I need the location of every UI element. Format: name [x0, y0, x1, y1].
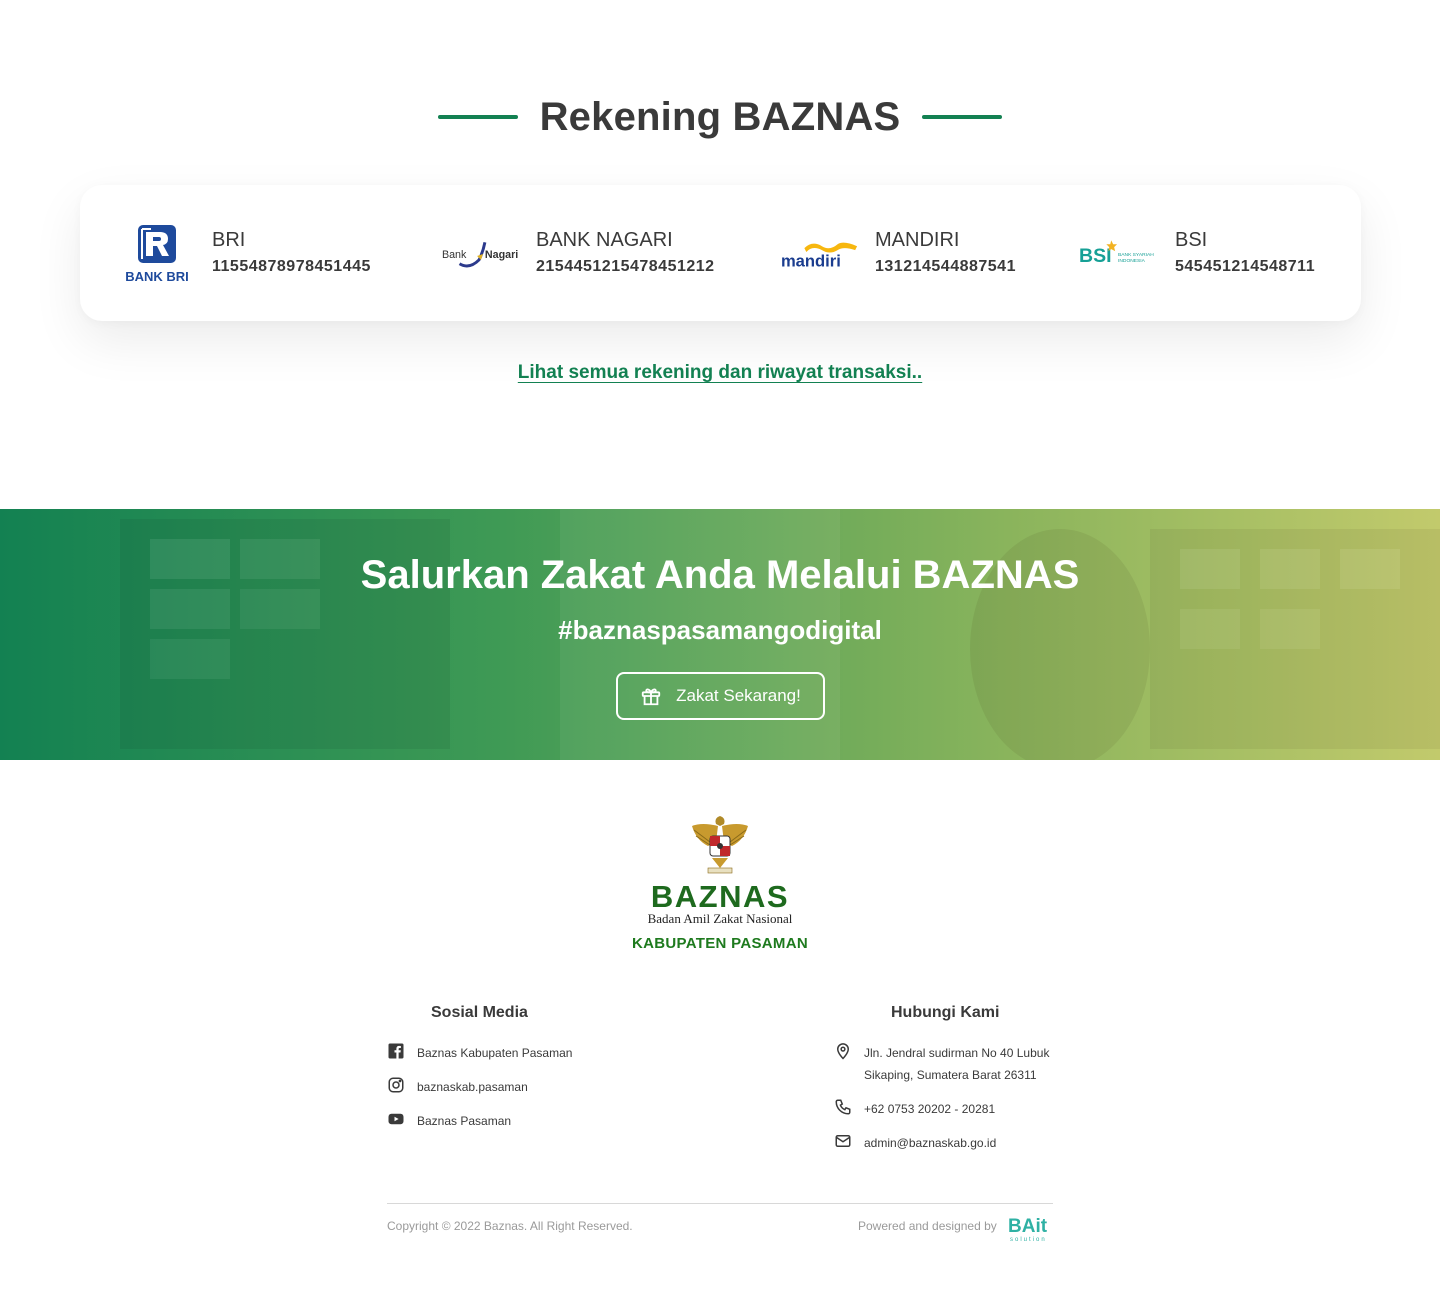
- social-media-title: Sosial Media: [431, 1004, 528, 1021]
- location-pin-icon: [836, 1043, 850, 1060]
- gift-icon: [641, 688, 661, 706]
- svg-text:BANK SYARIAH: BANK SYARIAH: [1118, 252, 1154, 258]
- account-number[interactable]: 11554878978451445: [212, 253, 371, 281]
- social-instagram[interactable]: baznaskab.pasaman: [387, 1076, 528, 1098]
- zakat-banner: Salurkan Zakat Anda Melalui BAZNAS #bazn…: [0, 509, 1440, 760]
- bank-item-bsi: BSI BANK SYARIAH INDONESIA BSI 545451214…: [1079, 223, 1315, 285]
- svg-text:INDONESIA: INDONESIA: [1118, 258, 1146, 264]
- contact-address: Jln. Jendral sudirman No 40 Lubuk Sikapi…: [834, 1042, 1049, 1086]
- address-line-1: Jln. Jendral sudirman No 40 Lubuk: [864, 1046, 1050, 1060]
- svg-text:mandiri: mandiri: [781, 252, 841, 271]
- instagram-icon: [388, 1077, 404, 1093]
- social-youtube[interactable]: Baznas Pasaman: [387, 1110, 511, 1132]
- title-line-left: [437, 115, 518, 119]
- zakat-now-label: Zakat Sekarang!: [676, 686, 801, 705]
- contact-email[interactable]: admin@baznaskab.go.id: [834, 1132, 996, 1154]
- svg-text:BAit: BAit: [1008, 1216, 1048, 1237]
- baznas-logo: BAZNAS Badan Amil Zakat Nasional KABUPAT…: [600, 812, 840, 952]
- mail-icon: [835, 1135, 851, 1147]
- social-label: Baznas Pasaman: [417, 1114, 512, 1128]
- account-number[interactable]: 545451214548711: [1175, 253, 1315, 281]
- garuda-emblem-icon: [692, 816, 748, 874]
- bait-solution-logo[interactable]: BAit solution: [1008, 1213, 1054, 1243]
- svg-text:BANK BRI: BANK BRI: [125, 269, 189, 284]
- copyright-text: Copyright © 2022 Baznas. All Right Reser…: [387, 1219, 633, 1233]
- contact-phone[interactable]: +62 0753 20202 - 20281: [834, 1098, 995, 1120]
- youtube-icon: [388, 1113, 404, 1125]
- bank-nagari-logo: Bank Nagari: [440, 223, 522, 285]
- svg-text:BSI: BSI: [1079, 245, 1112, 267]
- account-number[interactable]: 2154451215478451212: [536, 253, 715, 281]
- zakat-now-button[interactable]: Zakat Sekarang!: [616, 672, 825, 720]
- bank-item-bri: BANK BRI BRI 11554878978451445: [116, 223, 371, 285]
- see-all-accounts: Lihat semua rekening dan riwayat transak…: [0, 362, 1440, 384]
- bank-name: MANDIRI: [875, 229, 960, 251]
- phone-number: +62 0753 20202 - 20281: [864, 1102, 996, 1116]
- baznas-region: KABUPATEN PASAMAN: [632, 935, 808, 952]
- svg-text:Bank: Bank: [442, 249, 467, 261]
- phone-icon: [835, 1099, 851, 1115]
- bank-name: BRI: [212, 229, 246, 251]
- account-number[interactable]: 131214544887541: [875, 253, 1016, 281]
- banner-hashtag: #baznaspasamangodigital: [558, 615, 882, 645]
- email-address: admin@baznaskab.go.id: [864, 1136, 997, 1150]
- powered-by-text: Powered and designed by: [858, 1219, 997, 1233]
- bank-item-mandiri: mandiri MANDIRI 131214544887541: [779, 223, 1016, 285]
- social-label: baznaskab.pasaman: [417, 1080, 528, 1094]
- facebook-icon: [388, 1043, 404, 1059]
- svg-text:solution: solution: [1010, 1237, 1047, 1243]
- see-all-accounts-link[interactable]: Lihat semua rekening dan riwayat transak…: [518, 362, 922, 383]
- bank-name: BSI: [1175, 229, 1208, 251]
- bank-accounts-card: BANK BRI BRI 11554878978451445 Bank Naga…: [80, 185, 1361, 321]
- svg-text:Nagari: Nagari: [485, 249, 518, 261]
- bank-name: BANK NAGARI: [536, 229, 673, 251]
- bri-logo: BANK BRI: [116, 223, 198, 285]
- social-facebook[interactable]: Baznas Kabupaten Pasaman: [387, 1042, 572, 1064]
- bsi-logo: BSI BANK SYARIAH INDONESIA: [1079, 223, 1161, 285]
- social-label: Baznas Kabupaten Pasaman: [417, 1046, 573, 1060]
- title-line-right: [922, 115, 1003, 119]
- bank-item-nagari: Bank Nagari BANK NAGARI 2154451215478451…: [440, 223, 715, 285]
- section-title: Rekening BAZNAS: [539, 94, 901, 139]
- rekening-header: Rekening BAZNAS: [0, 92, 1440, 142]
- banner-title: Salurkan Zakat Anda Melalui BAZNAS: [360, 553, 1080, 597]
- mandiri-logo: mandiri: [779, 223, 861, 285]
- baznas-subtitle: Badan Amil Zakat Nasional: [647, 911, 793, 926]
- footer-divider: [387, 1203, 1053, 1204]
- baznas-wordmark: BAZNAS: [650, 879, 790, 914]
- address-line-2: Sikaping, Sumatera Barat 26311: [864, 1068, 1037, 1082]
- contact-title: Hubungi Kami: [891, 1004, 1000, 1021]
